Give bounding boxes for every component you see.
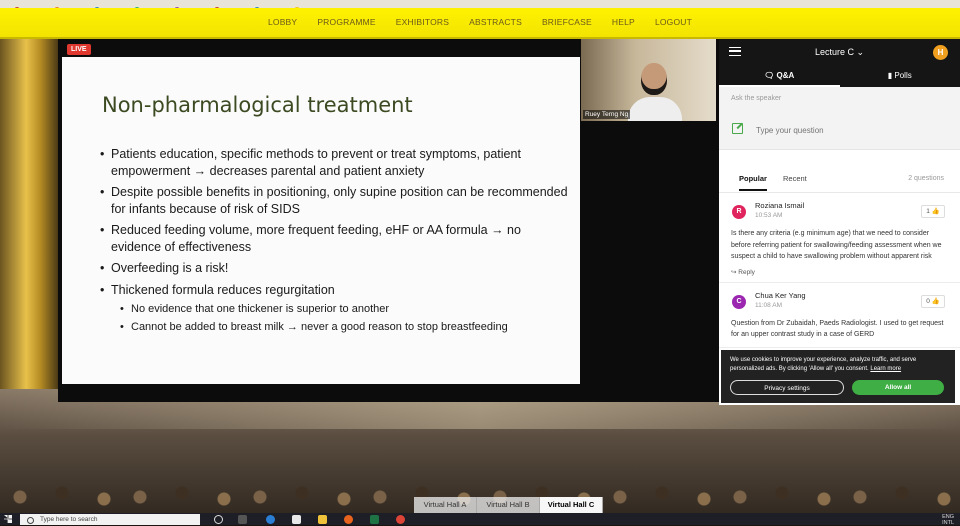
tab-qa-label: Q&A [777, 71, 795, 80]
question-author: Roziana Ismail [755, 201, 948, 210]
tab-hall-b[interactable]: Virtual Hall B [477, 497, 540, 513]
cookie-buttons: Privacy settings Allow all [730, 380, 944, 395]
like-count: 0 [926, 298, 930, 305]
slide-sub-bullet: No evidence that one thickener is superi… [120, 302, 570, 317]
nav-lobby[interactable]: LOBBY [268, 17, 297, 27]
taskbar-search[interactable]: Type here to search [20, 514, 200, 525]
thumbs-up-icon: 👍 [932, 208, 940, 215]
edge-icon[interactable] [266, 515, 275, 524]
chat-icon: 🗨 [764, 71, 774, 80]
bar-chart-icon: ▮ [888, 71, 892, 80]
firefox-icon[interactable] [344, 515, 353, 524]
system-tray: ENG INTL [942, 514, 954, 526]
lecture-title: Lecture C [815, 47, 854, 57]
chevron-down-icon: ⌄ [857, 47, 865, 57]
tab-polls-label: Polls [894, 71, 911, 80]
tab-hall-c[interactable]: Virtual Hall C [540, 497, 603, 513]
question-time: 11:08 AM [755, 302, 948, 309]
stage-arch-left [0, 39, 58, 439]
nav-abstracts[interactable]: ABSTRACTS [469, 17, 522, 27]
question-item: R Roziana Ismail 10:53 AM 1 👍 Is there a… [719, 193, 960, 283]
search-icon [27, 517, 34, 524]
hall-tabs: Virtual Hall A Virtual Hall B Virtual Ha… [414, 497, 603, 513]
slide-bullet: Despite possible benefits in positioning… [100, 184, 570, 217]
sort-recent[interactable]: Recent [783, 174, 807, 183]
ask-speaker-label: Ask the speaker [719, 87, 960, 109]
sort-popular[interactable]: Popular [739, 174, 767, 191]
live-badge: LIVE [67, 44, 91, 55]
tab-hall-a[interactable]: Virtual Hall A [414, 497, 477, 513]
slide-sub-bullet: Cannot be added to breast milk → never a… [120, 320, 570, 335]
nav-help[interactable]: HELP [612, 17, 635, 27]
learn-more-link[interactable]: Learn more [870, 366, 901, 372]
question-count: 2 questions [908, 175, 944, 182]
slide-bullet: Patients education, specific methods to … [100, 146, 570, 179]
cortana-icon[interactable] [214, 515, 223, 524]
panel-tabs: 🗨 Q&A ▮ Polls [719, 66, 960, 87]
speaker-head [641, 63, 667, 95]
slide-sub-bullet-list: No evidence that one thickener is superi… [120, 302, 570, 335]
sort-row: Popular Recent 2 questions [719, 164, 960, 193]
slide-title: Non-pharmalogical treatment [102, 93, 413, 117]
lecture-selector[interactable]: Lecture C ⌄ [719, 47, 960, 58]
like-button[interactable]: 1 👍 [921, 205, 945, 218]
presentation-slide: Non-pharmalogical treatment Patients edu… [62, 57, 580, 384]
slide-bullet: Thickened formula reduces regurgitation [111, 283, 335, 297]
excel-icon[interactable] [370, 515, 379, 524]
task-view-icon[interactable] [238, 515, 247, 524]
nav-logout[interactable]: LOGOUT [655, 17, 692, 27]
nav-exhibitors[interactable]: EXHIBITORS [396, 17, 449, 27]
question-composer [719, 109, 960, 150]
top-navigation: LOBBY PROGRAMME EXHIBITORS ABSTRACTS BRI… [0, 8, 960, 39]
speaker-body [628, 97, 682, 121]
question-time: 10:53 AM [755, 212, 948, 219]
windows-taskbar: Type here to search ENG INTL [0, 513, 960, 525]
thumbs-up-icon: 👍 [932, 298, 940, 305]
speaker-video: Ruey Terng Ng [581, 39, 716, 121]
question-text: Question from Dr Zubaidah, Paeds Radiolo… [731, 318, 948, 341]
region-label: INTL [942, 520, 954, 526]
taskbar-search-placeholder: Type here to search [40, 516, 97, 523]
chrome-icon[interactable] [396, 515, 405, 524]
file-explorer-icon[interactable] [318, 515, 327, 524]
reply-label: Reply [738, 269, 755, 276]
speaker-name-label: Ruey Terng Ng [583, 110, 630, 119]
nav-briefcase[interactable]: BRIEFCASE [542, 17, 592, 27]
question-text: Is there any criteria (e.g minimum age) … [731, 228, 948, 263]
pencil-icon [732, 123, 743, 134]
like-count: 1 [926, 208, 930, 215]
question-author: Chua Ker Yang [755, 291, 948, 300]
cookie-banner: We use cookies to improve your experienc… [721, 350, 955, 403]
slide-bullet-group: Thickened formula reduces regurgitation … [100, 282, 570, 336]
tab-qa[interactable]: 🗨 Q&A [719, 66, 840, 87]
allow-all-button[interactable]: Allow all [852, 380, 944, 395]
question-input[interactable] [754, 121, 948, 139]
like-button[interactable]: 0 👍 [921, 295, 945, 308]
slide-bullet: Reduced feeding volume, more frequent fe… [100, 222, 570, 255]
question-avatar: C [732, 295, 746, 309]
browser-tab-strip [0, 0, 960, 8]
user-avatar[interactable]: H [933, 45, 948, 60]
windows-start-icon[interactable] [4, 515, 12, 523]
store-icon[interactable] [292, 515, 301, 524]
reply-arrow-icon: ↪ [731, 269, 736, 276]
nav-programme[interactable]: PROGRAMME [317, 17, 375, 27]
panel-header: Lecture C ⌄ H [719, 39, 960, 66]
privacy-settings-button[interactable]: Privacy settings [730, 380, 844, 395]
question-avatar: R [732, 205, 746, 219]
slide-bullet-list: Patients education, specific methods to … [100, 146, 570, 340]
slide-bullet: Overfeeding is a risk! [100, 260, 570, 277]
reply-link[interactable]: ↪ Reply [731, 268, 948, 276]
question-item: C Chua Ker Yang 11:08 AM 0 👍 Question fr… [719, 283, 960, 348]
tab-polls[interactable]: ▮ Polls [840, 66, 960, 87]
